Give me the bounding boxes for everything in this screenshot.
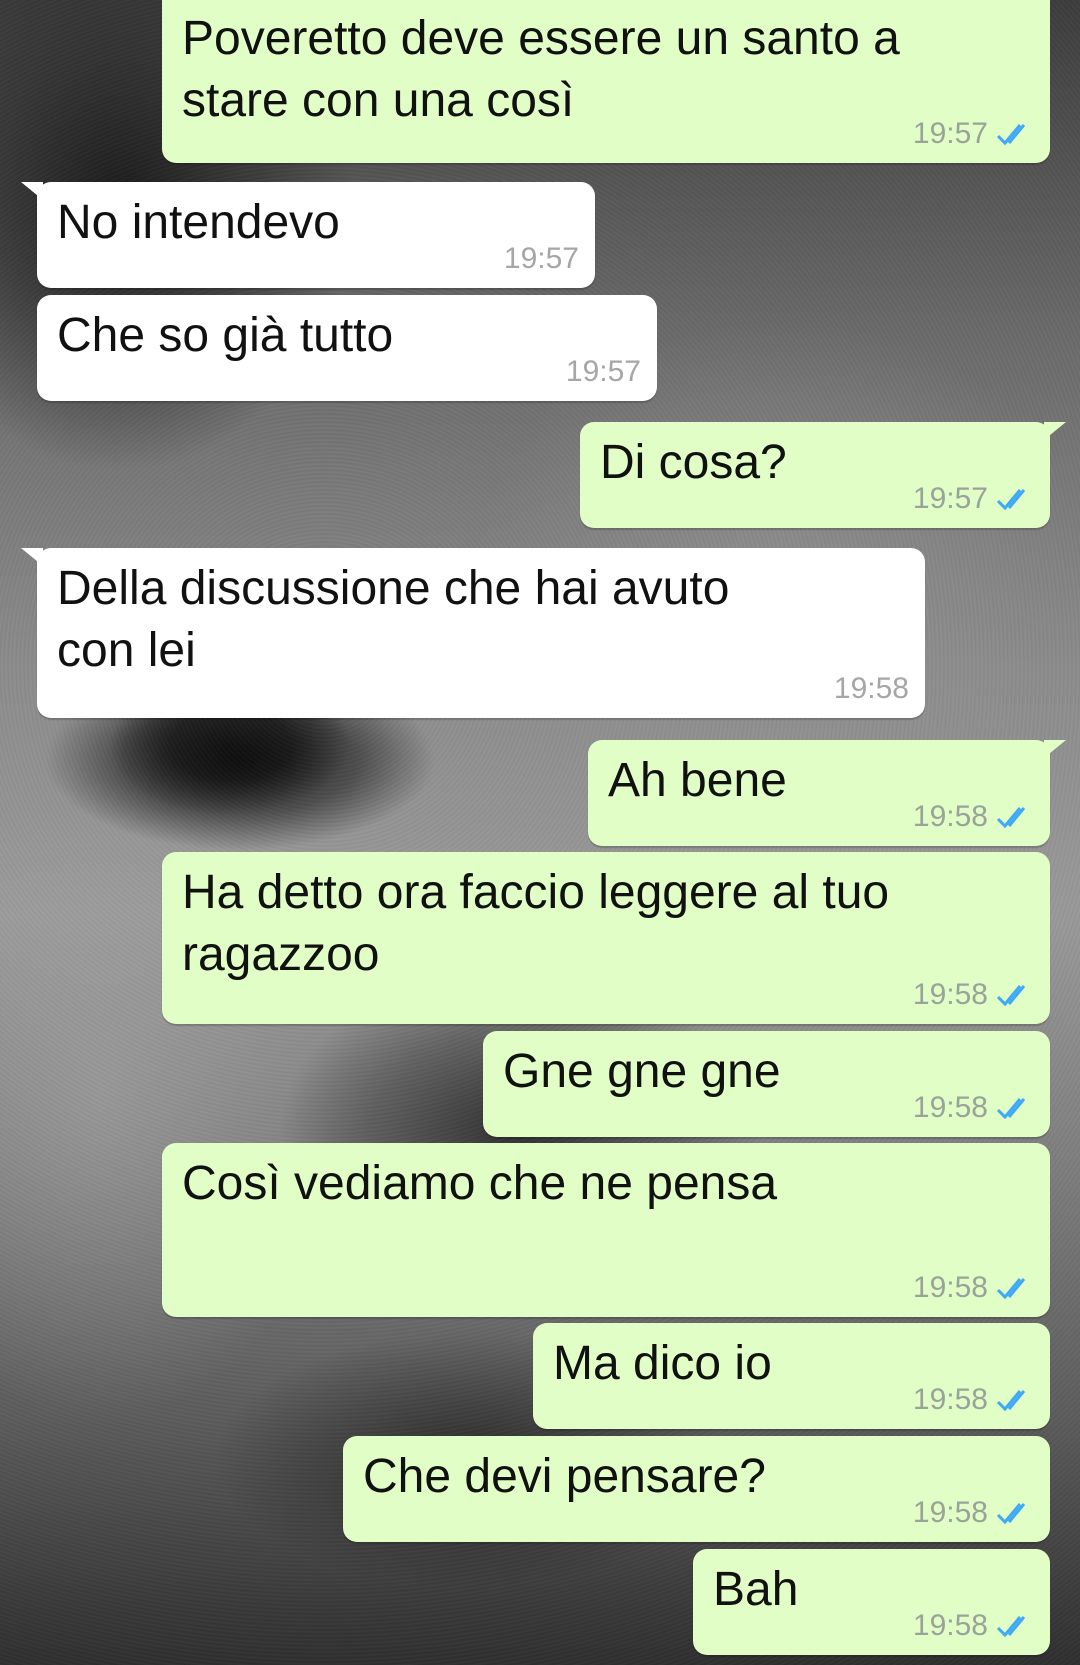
message-text: Ma dico io xyxy=(553,1337,772,1390)
message-bubble-outgoing[interactable]: Così vediamo che ne pensa 19:58 xyxy=(162,1143,1050,1317)
message-time: 19:58 xyxy=(912,1271,988,1304)
message-text: Della discussione che hai avuto con lei xyxy=(57,562,730,677)
double-check-icon xyxy=(996,1390,1026,1412)
message-time: 19:57 xyxy=(503,242,579,275)
message-text: Gne gne gne xyxy=(503,1045,781,1098)
double-check-icon xyxy=(996,807,1026,829)
message-text: Poveretto deve essere un santo a stare c… xyxy=(182,12,900,127)
message-text: No intendevo xyxy=(57,196,340,249)
message-time: 19:58 xyxy=(912,1496,988,1529)
message-meta: 19:58 xyxy=(913,800,1034,834)
message-meta: 19:58 xyxy=(913,978,1034,1012)
message-time: 19:58 xyxy=(912,800,988,833)
message-bubble-incoming[interactable]: No intendevo 19:57 xyxy=(21,182,595,288)
message-time: 19:57 xyxy=(912,117,988,150)
message-meta: 19:57 xyxy=(913,482,1034,516)
message-time: 19:58 xyxy=(912,978,988,1011)
message-meta: 19:58 xyxy=(913,1609,1034,1643)
message-text: Che devi pensare? xyxy=(363,1450,766,1503)
double-check-icon xyxy=(996,1098,1026,1120)
message-bubble-outgoing[interactable]: Ma dico io 19:58 xyxy=(533,1323,1050,1429)
message-text: Bah xyxy=(713,1563,799,1616)
message-meta: 19:58 xyxy=(913,1496,1034,1530)
message-text: Ha detto ora faccio leggere al tuo ragaz… xyxy=(182,866,890,981)
message-text: Così vediamo che ne pensa xyxy=(182,1157,778,1210)
double-check-icon xyxy=(996,985,1026,1007)
message-meta: 19:58 xyxy=(834,672,909,706)
message-meta: 19:57 xyxy=(566,355,641,389)
message-bubble-outgoing[interactable]: Gne gne gne 19:58 xyxy=(483,1031,1050,1137)
message-bubble-outgoing[interactable]: Ha detto ora faccio leggere al tuo ragaz… xyxy=(162,852,1050,1024)
message-text: Che so già tutto xyxy=(57,309,394,362)
message-bubble-outgoing[interactable]: Di cosa? 19:57 xyxy=(580,422,1066,528)
message-bubble-incoming[interactable]: Che so già tutto 19:57 xyxy=(37,295,657,401)
message-time: 19:57 xyxy=(565,355,641,388)
message-time: 19:58 xyxy=(912,1383,988,1416)
message-time: 19:58 xyxy=(912,1609,988,1642)
double-check-icon xyxy=(996,1278,1026,1300)
double-check-icon xyxy=(996,1503,1026,1525)
message-text: Di cosa? xyxy=(600,436,787,489)
message-meta: 19:58 xyxy=(913,1091,1034,1125)
double-check-icon xyxy=(996,1616,1026,1638)
double-check-icon xyxy=(996,489,1026,511)
message-meta: 19:58 xyxy=(913,1383,1034,1417)
message-time: 19:57 xyxy=(912,482,988,515)
message-time: 19:58 xyxy=(833,672,909,705)
message-bubble-outgoing[interactable]: Bah 19:58 xyxy=(693,1549,1050,1655)
message-bubble-outgoing[interactable]: Ah bene 19:58 xyxy=(588,740,1066,846)
message-meta: 19:57 xyxy=(504,242,579,276)
message-meta: 19:58 xyxy=(913,1271,1034,1305)
message-bubble-incoming[interactable]: Della discussione che hai avuto con lei … xyxy=(21,548,925,718)
message-meta: 19:57 xyxy=(913,117,1034,151)
message-time: 19:58 xyxy=(912,1091,988,1124)
double-check-icon xyxy=(996,124,1026,146)
message-text: Ah bene xyxy=(608,754,787,807)
message-bubble-outgoing[interactable]: Poveretto deve essere un santo a stare c… xyxy=(162,0,1050,163)
message-bubble-outgoing[interactable]: Che devi pensare? 19:58 xyxy=(343,1436,1050,1542)
